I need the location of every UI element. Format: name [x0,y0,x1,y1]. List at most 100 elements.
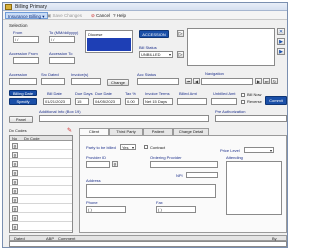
tab-patient[interactable]: Patient [143,128,173,135]
billed-amt-label: Billed Amt [179,91,197,96]
lookup-icon[interactable]: ⚲ [12,188,18,194]
phone-field[interactable]: ( ) [86,206,126,213]
menu-insurance-billing[interactable]: Insurance Billing ▾ [5,12,48,19]
arrow-right-small-icon[interactable]: ▷ [177,51,184,58]
lookup-icon[interactable]: ⚲ [12,143,18,149]
billing-window: Billing Primary Insurance Billing ▾ ▣ Sa… [2,2,288,248]
due-date-field[interactable]: 04/05/2023 [93,98,121,105]
provider-id-field[interactable] [86,161,110,168]
commit-button[interactable]: Commit [265,96,287,105]
to-date-field[interactable]: / / [49,36,75,43]
contract-checkbox[interactable] [144,145,148,149]
prev-record-icon[interactable]: ◀ [193,78,200,84]
npi-field[interactable] [186,172,218,178]
refresh-icon[interactable]: ↻ [271,78,278,84]
invoice-field[interactable] [71,78,101,85]
table-row[interactable]: ⚲ [10,205,72,213]
bill-now-checkbox[interactable] [241,93,245,97]
lookup-icon[interactable]: ⚲ [12,179,18,185]
table-row[interactable]: ⚲ [10,151,72,159]
invoice-terms-field[interactable]: Net 15 Days [143,98,173,105]
ordering-provider-label: Ordering Provider [150,155,182,160]
accession-field[interactable] [9,78,37,85]
billed-amt-field[interactable] [177,98,207,105]
change-button[interactable]: Change [107,79,129,86]
table-row[interactable]: ⚲ [10,142,72,150]
fax-label: Fax [156,200,163,205]
panel-button[interactable]: Panel [9,116,33,123]
tab-charge-detail[interactable]: Charge Detail [173,128,209,135]
menu-help[interactable]: ? Help [111,12,128,19]
window-title: Billing Primary [15,4,47,10]
table-row[interactable]: ⚲ [10,196,72,204]
tax-field[interactable]: 0.00 [125,98,139,105]
due-days-field[interactable]: 15 [75,98,89,105]
lookup-icon[interactable]: ⚲ [12,170,18,176]
bill-date-label: Bill Date [47,91,62,96]
dx-col-code: Dx Code [24,136,40,141]
accession-from-label: Accession From [9,51,38,56]
table-row[interactable]: ⚲ [10,169,72,177]
src-dated-field[interactable] [41,78,65,85]
lookup-icon[interactable]: ⚲ [12,224,18,230]
invoice-terms-label: Invoice Terms [145,91,170,96]
dx-codes-grid[interactable]: No Dx Code ⚲ ⚲ ⚲ ⚲ ⚲ ⚲ ⚲ ⚲ ⚲ ⚲ [9,135,73,233]
price-level-select[interactable]: ▾ [244,147,274,153]
selection-results-box[interactable] [187,28,275,66]
selection-list[interactable]: Diocese [85,30,133,53]
provider-search-icon[interactable]: ⚲ [112,161,118,167]
specify-button[interactable]: Specify [9,98,37,105]
address-field[interactable] [86,184,216,198]
lookup-icon[interactable]: ⚲ [12,206,18,212]
clear-icon[interactable]: ✕ [277,28,285,35]
table-row[interactable]: ⚲ [10,214,72,222]
list-item[interactable]: Diocese [87,32,131,37]
last-record-icon[interactable]: ⏭ [263,78,270,84]
dx-edit-icon[interactable]: ✎ [67,127,72,134]
due-date-label: Due Date [95,91,112,96]
bill-status-select[interactable]: UNBILLED ▾ [139,51,173,58]
accession-to-field[interactable] [49,57,75,64]
first-record-icon[interactable]: ⏮ [185,78,192,84]
chevron-down-icon: ▾ [269,148,272,153]
lookup-icon[interactable]: ⚲ [12,197,18,203]
play-icon[interactable]: ▷ [177,30,184,37]
to-label: To (MM/dd/yyyy) [49,30,79,35]
list-selection-highlight[interactable] [87,38,131,51]
acc-status-field[interactable] [137,78,179,85]
attending-field[interactable] [226,161,282,215]
table-row[interactable]: ⚲ [10,187,72,195]
additional-info-field[interactable] [39,115,209,122]
record-position-field[interactable] [201,78,253,85]
reverse-label: Reverse [247,99,262,104]
next-record-icon[interactable]: ▶ [255,78,262,84]
table-row[interactable]: ⚲ [10,223,72,231]
comments-area[interactable] [9,241,287,247]
reverse-checkbox[interactable] [241,100,245,104]
due-days-label: Due Days [75,91,93,96]
provider-id-label: Provider ID [86,155,107,160]
party-billed-select[interactable]: Yes ▾ [120,144,136,150]
cancel-icon: ⊘ [91,13,95,18]
lookup-icon[interactable]: ⚲ [12,161,18,167]
accession-button[interactable]: ACCESSION [139,30,169,38]
pre-auth-field[interactable] [215,115,287,122]
unbilled-amt-field[interactable] [211,98,237,105]
menu-cancel[interactable]: ⊘ Cancel [89,12,112,19]
ordering-provider-field[interactable] [150,161,218,168]
arrow-right-icon[interactable]: ▶ [277,48,285,55]
lookup-icon[interactable]: ⚲ [12,152,18,158]
address-label: Address [86,178,101,183]
menu-bar: Insurance Billing ▾ ▣ Save Changes ⊘ Can… [3,11,287,20]
table-row[interactable]: ⚲ [10,160,72,168]
from-date-field[interactable]: / / [13,36,39,43]
bill-date-field[interactable]: 01/21/2023 [43,98,71,105]
selection-title: Selection [9,23,28,28]
table-row[interactable]: ⚲ [10,178,72,186]
lookup-icon[interactable]: ⚲ [12,215,18,221]
fax-field[interactable]: ( ) [156,206,196,213]
tab-third-party[interactable]: Third Party [109,128,143,135]
next-icon[interactable]: ▶ [277,38,285,45]
menu-save-changes[interactable]: ▣ Save Changes [45,12,84,19]
accession-from-field[interactable] [13,57,39,64]
